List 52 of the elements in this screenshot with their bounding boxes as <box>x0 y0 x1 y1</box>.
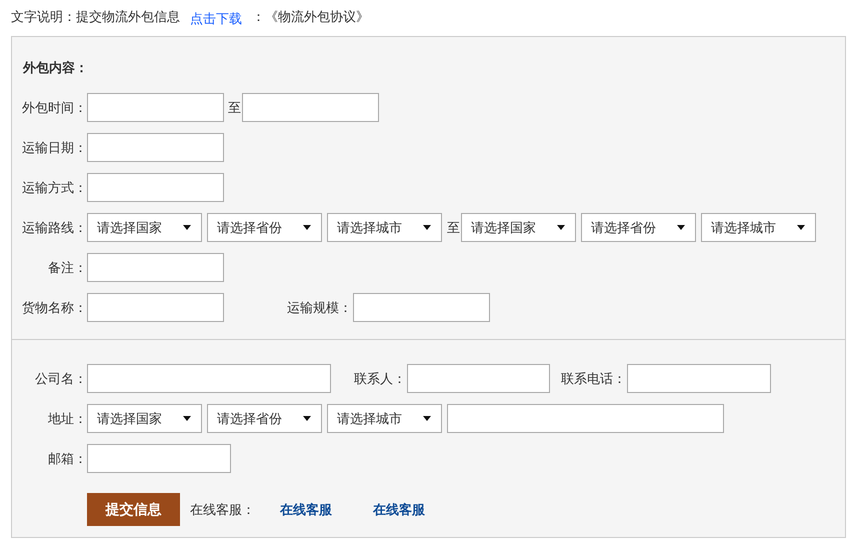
field-label: 联系人： <box>354 370 407 388</box>
agreement-text: ：《物流外包协议》 <box>252 8 369 26</box>
input-field[interactable] <box>87 173 224 202</box>
field-label: 至 <box>447 218 461 237</box>
field-label: 邮箱： <box>47 450 87 468</box>
caret-icon <box>183 416 191 421</box>
select-dropdown[interactable]: 请选择国家 <box>461 213 576 242</box>
input-field[interactable] <box>87 444 231 473</box>
service-label: 在线客服： <box>190 500 255 519</box>
service-link[interactable]: 在线客服 <box>280 500 332 520</box>
caret-icon <box>183 225 191 230</box>
select-dropdown[interactable]: 请选择城市 <box>327 213 442 242</box>
field-label: 外包时间： <box>21 98 87 117</box>
caret-icon <box>303 416 311 421</box>
caret-icon <box>423 416 431 421</box>
field-label: 货物名称： <box>21 298 87 317</box>
submit-button[interactable]: 提交信息 <box>87 493 180 526</box>
select-dropdown[interactable]: 请选择国家 <box>87 213 202 242</box>
select-dropdown[interactable]: 请选择城市 <box>701 213 816 242</box>
caret-icon <box>557 225 565 230</box>
field-label: 备注： <box>47 258 87 277</box>
field-label: 至 <box>228 98 242 117</box>
field-label: 公司名： <box>34 370 87 388</box>
field-label: 运输路线： <box>21 218 87 237</box>
select-dropdown[interactable]: 请选择省份 <box>581 213 696 242</box>
input-field[interactable] <box>242 93 379 122</box>
input-field[interactable] <box>407 364 550 393</box>
input-field[interactable] <box>87 293 224 322</box>
field-label: 联系电话： <box>561 370 627 388</box>
input-field[interactable] <box>87 364 331 393</box>
download-link[interactable]: 点击下载 <box>190 8 242 28</box>
field-label: 地址： <box>47 410 87 428</box>
select-dropdown[interactable]: 请选择省份 <box>207 404 322 433</box>
field-label: 运输规模： <box>287 298 353 317</box>
section-heading: 外包内容： <box>22 59 89 78</box>
caret-icon <box>797 225 805 230</box>
field-label: 运输日期： <box>21 138 87 157</box>
caret-icon <box>303 225 311 230</box>
select-dropdown[interactable]: 请选择城市 <box>327 404 442 433</box>
input-field[interactable] <box>87 93 224 122</box>
intro-text: 文字说明：提交物流外包信息 <box>11 8 180 26</box>
input-field[interactable] <box>87 253 224 282</box>
service-link[interactable]: 在线客服 <box>373 500 425 520</box>
select-dropdown[interactable]: 请选择国家 <box>87 404 202 433</box>
input-field[interactable] <box>627 364 771 393</box>
input-field[interactable] <box>87 133 224 162</box>
caret-icon <box>423 225 431 230</box>
input-field[interactable] <box>447 404 724 433</box>
input-field[interactable] <box>353 293 490 322</box>
caret-icon <box>677 225 685 230</box>
field-label: 运输方式： <box>21 178 87 197</box>
select-dropdown[interactable]: 请选择省份 <box>207 213 322 242</box>
